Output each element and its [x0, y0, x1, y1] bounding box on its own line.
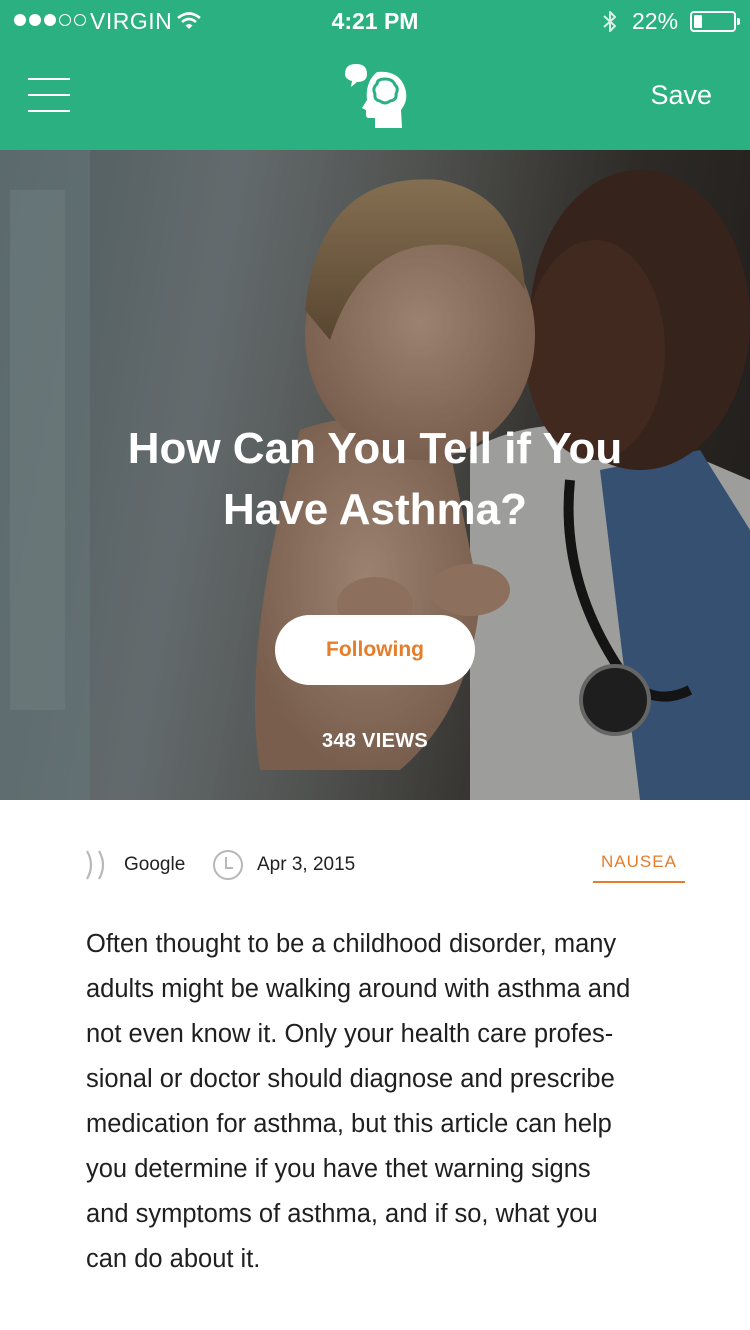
- source-icon: [86, 850, 105, 880]
- article-body: Often thought to be a childhood disorder…: [86, 930, 631, 1273]
- category-tag[interactable]: NAUSEA: [593, 852, 685, 883]
- bluetooth-icon: [603, 11, 616, 32]
- battery-percentage: 22%: [632, 8, 679, 34]
- following-button[interactable]: Following: [275, 615, 475, 685]
- head-speech-bubble-logo: [345, 64, 407, 128]
- article-meta: Google Apr 3, 2015 NAUSEA: [0, 800, 750, 920]
- hero-banner: How Can You Tell if You Have Asthma? Fol…: [0, 150, 750, 800]
- clock-icon: [213, 850, 243, 880]
- article-title: How Can You Tell if You Have Asthma?: [127, 424, 623, 534]
- top-app-bar: VIRGIN 4:21 PM 22% Save: [0, 0, 750, 150]
- view-count: 348 VIEWS: [321, 730, 429, 752]
- battery-icon: [690, 11, 740, 32]
- save-button[interactable]: Save: [650, 80, 712, 111]
- publish-date: Apr 3, 2015: [257, 854, 356, 875]
- status-bar: VIRGIN 4:21 PM 22%: [0, 0, 750, 44]
- hamburger-menu-icon[interactable]: [28, 76, 70, 114]
- source-name: Google: [124, 854, 186, 875]
